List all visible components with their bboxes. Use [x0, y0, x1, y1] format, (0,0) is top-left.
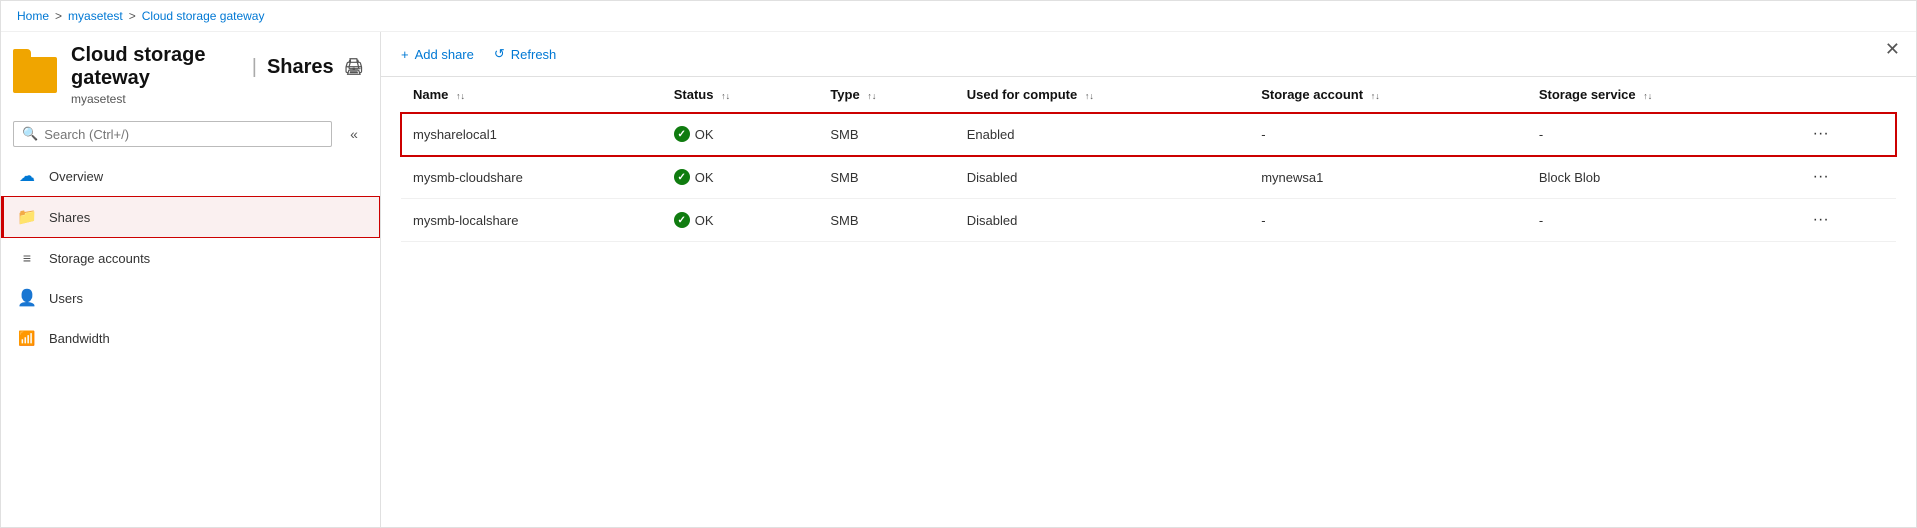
cell-name: mysmb-cloudshare [401, 156, 662, 199]
status-text: OK [695, 170, 714, 185]
sidebar-item-users[interactable]: 👤 Users [1, 278, 380, 318]
sidebar-item-bandwidth[interactable]: 📶 Bandwidth [1, 318, 380, 358]
collapse-button[interactable]: « [340, 120, 368, 148]
resource-folder-icon [13, 55, 57, 95]
cell-status: OK [662, 156, 819, 199]
breadcrumb-sep2: > [129, 9, 136, 23]
col-storage-account[interactable]: Storage account ↑↓ [1249, 77, 1527, 113]
cell-compute: Disabled [955, 156, 1249, 199]
add-share-button[interactable]: + Add share [401, 43, 474, 66]
search-box[interactable]: 🔍 [13, 121, 332, 147]
sidebar-item-users-label: Users [49, 291, 83, 306]
col-storage-service[interactable]: Storage service ↑↓ [1527, 77, 1795, 113]
resource-title: Cloud storage gateway | Shares 🖨 [71, 44, 364, 90]
app-container: Home > myasetest > Cloud storage gateway… [0, 0, 1917, 528]
search-area: 🔍 « [1, 112, 380, 156]
close-button[interactable]: ✕ [1885, 40, 1900, 58]
ok-icon [674, 212, 690, 228]
toolbar: + Add share ↺ Refresh [381, 32, 1916, 77]
breadcrumb-myasetest[interactable]: myasetest [68, 9, 123, 23]
shares-table: Name ↑↓ Status ↑↓ Type ↑↓ [401, 77, 1896, 242]
col-actions [1795, 77, 1896, 113]
col-name[interactable]: Name ↑↓ [401, 77, 662, 113]
folder-nav-icon: 📁 [17, 207, 37, 227]
table-body: mysharelocal1OKSMBEnabled--···mysmb-clou… [401, 113, 1896, 242]
cell-name: mysharelocal1 [401, 113, 662, 156]
cell-storage-account: - [1249, 113, 1527, 156]
main-layout: Cloud storage gateway | Shares 🖨 myasete… [1, 32, 1916, 527]
breadcrumb: Home > myasetest > Cloud storage gateway [1, 1, 1916, 32]
col-compute[interactable]: Used for compute ↑↓ [955, 77, 1249, 113]
resource-name: Cloud storage gateway [71, 44, 242, 90]
refresh-icon: ↺ [494, 46, 505, 62]
add-icon: + [401, 47, 409, 62]
table-row[interactable]: mysmb-localshareOKSMBDisabled--··· [401, 199, 1896, 242]
col-type[interactable]: Type ↑↓ [818, 77, 954, 113]
sidebar: Cloud storage gateway | Shares 🖨 myasete… [1, 32, 381, 527]
wifi-icon: 📶 [17, 328, 37, 348]
cloud-icon: ☁ [17, 166, 37, 186]
sort-arrows-compute[interactable]: ↑↓ [1085, 91, 1094, 101]
sort-arrows-service[interactable]: ↑↓ [1643, 91, 1652, 101]
search-input[interactable] [44, 127, 323, 142]
more-button[interactable]: ··· [1807, 123, 1835, 145]
col-status[interactable]: Status ↑↓ [662, 77, 819, 113]
table-container: Name ↑↓ Status ↑↓ Type ↑↓ [381, 77, 1916, 527]
folder-shape [13, 57, 57, 93]
sidebar-item-storage-label: Storage accounts [49, 251, 150, 266]
more-button[interactable]: ··· [1807, 166, 1835, 188]
resource-subtitle: myasetest [71, 92, 364, 106]
cell-name: mysmb-localshare [401, 199, 662, 242]
refresh-label: Refresh [511, 47, 557, 62]
search-icon: 🔍 [22, 126, 38, 142]
more-button[interactable]: ··· [1807, 209, 1835, 231]
storage-icon: ≡ [17, 248, 37, 268]
cell-status: OK [662, 113, 819, 156]
cell-storage-account: mynewsa1 [1249, 156, 1527, 199]
status-text: OK [695, 213, 714, 228]
cell-compute: Disabled [955, 199, 1249, 242]
table-row[interactable]: mysharelocal1OKSMBEnabled--··· [401, 113, 1896, 156]
sidebar-title-group: Cloud storage gateway | Shares 🖨 myasete… [71, 44, 364, 106]
sort-arrows-status[interactable]: ↑↓ [721, 91, 730, 101]
table-header-row: Name ↑↓ Status ↑↓ Type ↑↓ [401, 77, 1896, 113]
print-icon[interactable]: 🖨 [344, 57, 364, 77]
content-area: ✕ + Add share ↺ Refresh [381, 32, 1916, 527]
ok-icon [674, 169, 690, 185]
sort-arrows-type[interactable]: ↑↓ [867, 91, 876, 101]
refresh-button[interactable]: ↺ Refresh [494, 42, 556, 66]
cell-storage-account: - [1249, 199, 1527, 242]
resource-tab: Shares [267, 56, 334, 79]
sidebar-item-shares[interactable]: 📁 Shares [1, 196, 380, 238]
breadcrumb-home[interactable]: Home [17, 9, 49, 23]
table-row[interactable]: mysmb-cloudshare OK SMBDisabledmynewsa1Blo… [401, 156, 1896, 199]
cell-storage-service: Block Blob [1527, 156, 1795, 199]
cell-storage-service: - [1527, 113, 1795, 156]
cell-more: ··· [1795, 113, 1896, 156]
cell-storage-service: - [1527, 199, 1795, 242]
cell-compute: Enabled [955, 113, 1249, 156]
sidebar-item-overview[interactable]: ☁ Overview [1, 156, 380, 196]
breadcrumb-sep1: > [55, 9, 62, 23]
cell-more: ··· [1795, 156, 1896, 199]
cell-type: SMB [818, 199, 954, 242]
cell-status: OK [662, 199, 819, 242]
sidebar-item-overview-label: Overview [49, 169, 103, 184]
ok-icon [674, 126, 690, 142]
cell-type: SMB [818, 113, 954, 156]
status-text: OK [695, 127, 714, 142]
sort-arrows-name[interactable]: ↑↓ [456, 91, 465, 101]
sidebar-item-storage-accounts[interactable]: ≡ Storage accounts [1, 238, 380, 278]
sidebar-item-shares-label: Shares [49, 210, 90, 225]
sidebar-nav: ☁ Overview 📁 Shares ≡ Storage accounts 👤… [1, 156, 380, 358]
users-icon: 👤 [17, 288, 37, 308]
sort-arrows-storage[interactable]: ↑↓ [1371, 91, 1380, 101]
add-share-label: Add share [415, 47, 474, 62]
sidebar-header: Cloud storage gateway | Shares 🖨 myasete… [1, 32, 380, 112]
cell-more: ··· [1795, 199, 1896, 242]
cell-type: SMB [818, 156, 954, 199]
breadcrumb-current: Cloud storage gateway [142, 9, 265, 23]
title-pipe: | [252, 56, 257, 79]
sidebar-item-bandwidth-label: Bandwidth [49, 331, 110, 346]
